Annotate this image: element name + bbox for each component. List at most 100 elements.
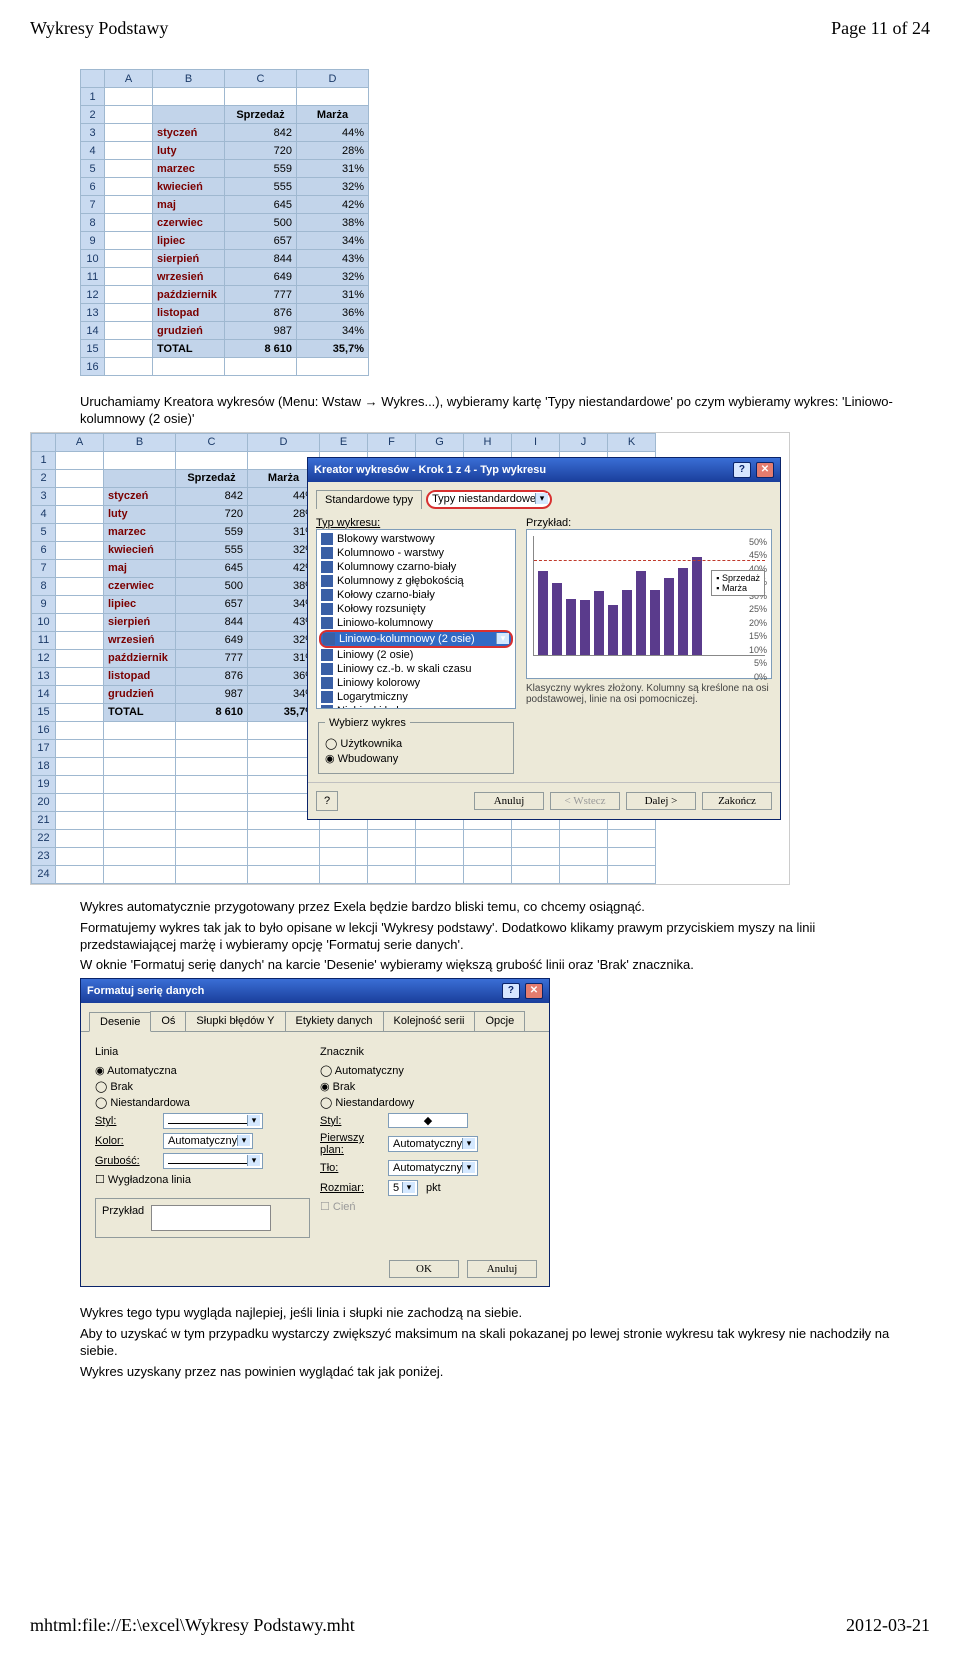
cancel-button[interactable]: Anuluj — [467, 1260, 537, 1278]
select-marker-style[interactable]: ◆ — [388, 1113, 468, 1128]
format-tab[interactable]: Etykiety danych — [285, 1011, 384, 1031]
chart-type-icon — [321, 575, 333, 587]
back-button: < Wstecz — [550, 792, 620, 810]
paragraph-1: Uruchamiamy Kreatora wykresów (Menu: Wst… — [80, 394, 910, 428]
bar — [692, 557, 702, 655]
select-line-weight[interactable] — [163, 1153, 263, 1169]
help-icon[interactable]: ? — [502, 983, 520, 999]
bar — [552, 583, 562, 654]
finish-button[interactable]: Zakończ — [702, 792, 772, 810]
doc-title: Wykresy Podstawy — [30, 18, 168, 39]
next-button[interactable]: Dalej > — [626, 792, 696, 810]
chart-type-icon — [321, 589, 333, 601]
chart-type-item[interactable]: Liniowo-kolumnowy (2 osie) — [319, 630, 513, 648]
label-fg: Pierwszy plan: — [320, 1132, 380, 1156]
format-tab[interactable]: Słupki błędów Y — [185, 1011, 285, 1031]
bar — [580, 600, 590, 655]
chart-type-listbox[interactable]: Blokowy warstwowyKolumnowo - warstwyKolu… — [316, 529, 516, 709]
label-pkt: pkt — [426, 1182, 441, 1194]
chart-type-item[interactable]: Blokowy warstwowy — [319, 532, 513, 546]
paragraph-2c: W oknie 'Formatuj serię danych' na karci… — [80, 957, 910, 974]
chart-type-icon — [321, 677, 333, 689]
bar — [538, 571, 548, 654]
chart-type-icon — [321, 691, 333, 703]
label-preview: Przykład: — [526, 517, 772, 529]
select-marker-bg[interactable]: Automatyczny — [388, 1160, 478, 1176]
close-icon[interactable]: ✕ — [525, 983, 543, 999]
chart-preview: 50%45%40%35%30%25%20%15%10%5%0% ▪ Sprzed… — [526, 529, 772, 679]
chart-type-item[interactable]: Liniowy cz.-b. w skali czasu — [319, 662, 513, 676]
chart-type-item[interactable]: Kołowy rozsunięty — [319, 602, 513, 616]
chart-type-icon — [321, 603, 333, 615]
tab-standard-types[interactable]: Standardowe typy — [316, 490, 422, 509]
bar — [594, 591, 604, 655]
label-marker-style: Styl: — [320, 1115, 380, 1127]
label-bg: Tło: — [320, 1162, 380, 1174]
format-tab[interactable]: Kolejność serii — [383, 1011, 476, 1031]
chart-type-icon — [321, 561, 333, 573]
cancel-button[interactable]: Anuluj — [474, 792, 544, 810]
chart-type-icon — [321, 617, 333, 629]
paragraph-3b: Aby to uzyskać w tym przypadku wystarczy… — [80, 1326, 910, 1360]
paragraph-2a: Wykres automatycznie przygotowany przez … — [80, 899, 910, 916]
close-icon[interactable]: ✕ — [756, 462, 774, 478]
bar — [650, 590, 660, 654]
label-chart-type: Typ wykresu: — [316, 517, 516, 529]
chart-type-item[interactable]: Kolumnowo - warstwy — [319, 546, 513, 560]
chart-type-item[interactable]: Liniowy (2 osie) — [319, 648, 513, 662]
label-preview: Przykład — [102, 1205, 144, 1217]
select-line-style[interactable] — [163, 1113, 263, 1129]
chart-type-icon — [321, 547, 333, 559]
select-line-color[interactable]: Automatyczny — [163, 1133, 253, 1149]
chart-type-icon — [321, 533, 333, 545]
format-tab[interactable]: Opcje — [474, 1011, 525, 1031]
label-color: Kolor: — [95, 1135, 155, 1147]
chart-type-item[interactable]: Kolumnowy czarno-biały — [319, 560, 513, 574]
page-number: Page 11 of 24 — [831, 18, 930, 39]
checkbox-shadow: ☐ Cień — [320, 1200, 535, 1213]
input-marker-size[interactable]: 5 — [388, 1180, 418, 1196]
radio-line-custom[interactable]: ◯ Niestandardowa — [95, 1096, 310, 1109]
group-marker: Znacznik — [320, 1046, 535, 1058]
radio-builtin[interactable]: ◉ Wbudowany — [325, 752, 507, 765]
help-icon[interactable]: ? — [733, 462, 751, 478]
bar — [566, 599, 576, 654]
chart-type-item[interactable]: Kołowy czarno-biały — [319, 588, 513, 602]
radio-marker-none[interactable]: ◉ Brak — [320, 1080, 535, 1093]
bar — [636, 571, 646, 655]
ok-button[interactable]: OK — [389, 1260, 459, 1278]
chart-type-item[interactable]: Logarytmiczny — [319, 690, 513, 704]
bar — [678, 568, 688, 655]
bar — [664, 578, 674, 655]
preview-canvas — [151, 1205, 271, 1231]
paragraph-3a: Wykres tego typu wygląda najlepiej, jeśl… — [80, 1305, 910, 1322]
radio-line-auto[interactable]: ◉ Automatyczna — [95, 1064, 310, 1077]
radio-marker-auto[interactable]: ◯ Automatyczny — [320, 1064, 535, 1077]
bar — [622, 590, 632, 655]
checkbox-smoothed[interactable]: ☐ Wygładzona linia — [95, 1173, 310, 1186]
fieldset-select-chart: Wybierz wykres — [325, 717, 410, 729]
preview-description: Klasyczny wykres złożony. Kolumny są kre… — [526, 683, 772, 705]
radio-user[interactable]: ◯ Użytkownika — [325, 737, 507, 750]
radio-marker-custom[interactable]: ◯ Niestandardowy — [320, 1096, 535, 1109]
chart-type-icon — [321, 705, 333, 709]
chart-type-item[interactable]: Liniowy kolorowy — [319, 676, 513, 690]
format-dialog-title: Formatuj serię danych — [87, 985, 204, 997]
tab-nonstandard-types[interactable]: Typy niestandardowe — [426, 490, 552, 509]
help-button[interactable]: ? — [316, 791, 338, 811]
chart-type-item[interactable]: Niebieski kołowy — [319, 704, 513, 709]
chart-type-item[interactable]: Kolumnowy z głębokością — [319, 574, 513, 588]
excel-table-screenshot-1: ABCD12SprzedażMarża3styczeń84244%4luty72… — [80, 69, 930, 376]
wizard-title: Kreator wykresów - Krok 1 z 4 - Typ wykr… — [314, 464, 546, 476]
chart-type-icon — [321, 663, 333, 675]
bar — [608, 605, 618, 655]
paragraph-2b: Formatujemy wykres tak jak to było opisa… — [80, 920, 910, 954]
format-tab[interactable]: Oś — [150, 1011, 186, 1031]
chart-type-icon — [321, 649, 333, 661]
select-marker-fg[interactable]: Automatyczny — [388, 1136, 478, 1152]
radio-line-none[interactable]: ◯ Brak — [95, 1080, 310, 1093]
excel-with-wizard-screenshot: ABCDEFGHIJK12SprzedażMarża3styczeń84244%… — [30, 432, 790, 885]
chart-wizard-dialog: Kreator wykresów - Krok 1 z 4 - Typ wykr… — [307, 457, 781, 820]
format-tab[interactable]: Desenie — [89, 1012, 151, 1032]
chart-type-item[interactable]: Liniowo-kolumnowy — [319, 616, 513, 630]
